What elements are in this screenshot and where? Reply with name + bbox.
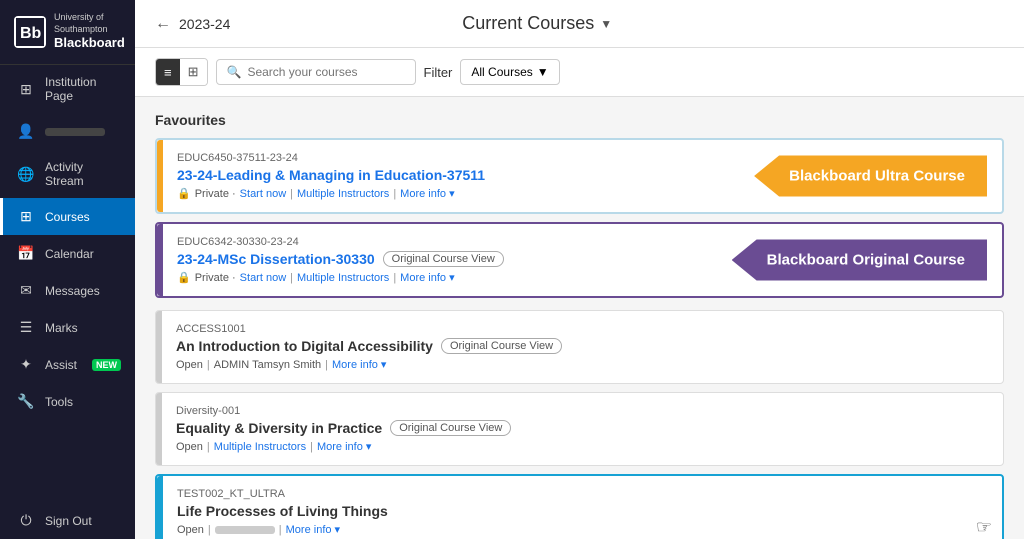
more-info-original1[interactable]: More info ▾: [400, 271, 454, 284]
instructors-link-original1[interactable]: Multiple Instructors: [297, 272, 389, 284]
course-meta-ultra2: Open | | More info ▾: [177, 523, 988, 536]
sidebar-nav: ⊞ Institution Page 👤 🌐 Activity Stream ⊞…: [0, 65, 135, 539]
course-name-link-access1[interactable]: An Introduction to Digital Accessibility: [176, 338, 433, 354]
logo-icon: Bb: [14, 16, 46, 48]
course-name-access1: An Introduction to Digital Accessibility…: [176, 338, 989, 354]
lock-icon-original1: 🔒: [177, 271, 191, 284]
header-left: ← 2023-24: [155, 15, 230, 33]
course-card-diversity1: Diversity-001 Equality & Diversity in Pr…: [155, 392, 1004, 466]
course-name-link-diversity1[interactable]: Equality & Diversity in Practice: [176, 420, 382, 436]
assist-badge: NEW: [92, 359, 121, 371]
more-info-ultra1[interactable]: More info ▾: [400, 187, 454, 200]
start-now-link-ultra1[interactable]: Start now: [240, 188, 286, 200]
view-toggle: ≡ ⊞: [155, 58, 208, 86]
search-icon: 🔍: [227, 65, 242, 79]
more-info-diversity1[interactable]: More info ▾: [317, 440, 371, 453]
sidebar-item-tools[interactable]: 🔧 Tools: [0, 383, 135, 420]
assist-icon: ✦: [17, 356, 35, 373]
original-badge-original1: Original Course View: [383, 251, 504, 267]
sidebar-item-calendar[interactable]: 📅 Calendar: [0, 235, 135, 272]
course-name-diversity1: Equality & Diversity in Practice Origina…: [176, 420, 989, 436]
course-meta-access1: Open | ADMIN Tamsyn Smith | More info ▾: [176, 358, 989, 371]
sidebar-item-assist[interactable]: ✦ Assist NEW: [0, 346, 135, 383]
filter-dropdown[interactable]: All Courses ▼: [460, 59, 559, 85]
sidebar-logo: Bb University of Southampton Blackboard: [0, 0, 135, 65]
current-courses-dropdown[interactable]: ▼: [600, 17, 612, 31]
card-body-diversity1: Diversity-001 Equality & Diversity in Pr…: [162, 393, 1003, 465]
annotation-ultra: Blackboard Ultra Course: [754, 156, 987, 197]
course-meta-diversity1: Open | Multiple Instructors | More info …: [176, 440, 989, 453]
course-code-access1: ACCESS1001: [176, 323, 989, 335]
instructors-link-ultra1[interactable]: Multiple Instructors: [297, 188, 389, 200]
annotation-original-label: Blackboard Original Course: [732, 240, 987, 281]
grid-view-button[interactable]: ⊞: [180, 59, 207, 85]
header-title: Current Courses ▼: [462, 13, 612, 34]
sidebar-item-institution[interactable]: ⊞ Institution Page: [0, 65, 135, 113]
annotation-ultra-label: Blackboard Ultra Course: [754, 156, 987, 197]
card-body-ultra2: TEST002_KT_ULTRA Life Processes of Livin…: [163, 476, 1002, 539]
sidebar-item-user[interactable]: 👤: [0, 113, 135, 150]
start-now-link-original1[interactable]: Start now: [240, 272, 286, 284]
back-button[interactable]: ←: [155, 15, 171, 33]
main-content: ← 2023-24 Current Courses ▼ ≡ ⊞ 🔍 Filter…: [135, 0, 1024, 539]
lock-icon: 🔒: [177, 187, 191, 200]
content-area: Favourites EDUC6450-37511-23-24 23-24-Le…: [135, 97, 1024, 539]
calendar-icon: 📅: [17, 245, 35, 262]
course-code-diversity1: Diversity-001: [176, 405, 989, 417]
favourites-title: Favourites: [155, 112, 1004, 128]
cursor-icon: ☞: [976, 517, 992, 538]
sidebar-item-messages[interactable]: ✉ Messages: [0, 272, 135, 309]
tools-icon: 🔧: [17, 393, 35, 410]
placeholder-bar-ultra2: [215, 526, 275, 534]
sidebar-item-signout[interactable]: ⏻ Sign Out: [0, 502, 135, 539]
user-placeholder: [45, 128, 105, 136]
course-name-ultra2: Life Processes of Living Things: [177, 503, 988, 519]
course-code-ultra2: TEST002_KT_ULTRA: [177, 488, 988, 500]
course-name-link-original1[interactable]: 23-24-MSc Dissertation-30330: [177, 251, 375, 267]
header-year: 2023-24: [179, 16, 230, 32]
other-courses-section: ACCESS1001 An Introduction to Digital Ac…: [155, 310, 1004, 539]
course-card-original1: EDUC6342-30330-23-24 23-24-MSc Dissertat…: [155, 222, 1004, 298]
card-body-access1: ACCESS1001 An Introduction to Digital Ac…: [162, 311, 1003, 383]
sidebar-item-courses[interactable]: ⊞ Courses: [0, 198, 135, 235]
signout-icon: ⏻: [17, 512, 35, 529]
sidebar-item-activity[interactable]: 🌐 Activity Stream: [0, 150, 135, 198]
favourites-section: Favourites EDUC6450-37511-23-24 23-24-Le…: [155, 112, 1004, 298]
course-card-access1: ACCESS1001 An Introduction to Digital Ac…: [155, 310, 1004, 384]
activity-icon: 🌐: [17, 166, 35, 183]
courses-icon: ⊞: [17, 208, 35, 225]
original-badge-access1: Original Course View: [441, 338, 562, 354]
annotation-original: Blackboard Original Course: [732, 240, 987, 281]
institution-icon: ⊞: [17, 81, 35, 98]
messages-icon: ✉: [17, 282, 35, 299]
list-view-button[interactable]: ≡: [156, 59, 180, 85]
original-badge-diversity1: Original Course View: [390, 420, 511, 436]
sidebar-bottom: ⏻ Sign Out: [0, 502, 135, 539]
course-name-link-ultra1[interactable]: 23-24-Leading & Managing in Education-37…: [177, 167, 485, 183]
sidebar-item-marks[interactable]: ☰ Marks: [0, 309, 135, 346]
search-input[interactable]: [247, 65, 404, 79]
more-info-ultra2[interactable]: More info ▾: [286, 523, 340, 536]
marks-icon: ☰: [17, 319, 35, 336]
instructors-link-diversity1[interactable]: Multiple Instructors: [214, 441, 306, 453]
search-box: 🔍: [216, 59, 416, 85]
more-info-access1[interactable]: More info ▾: [332, 358, 386, 371]
course-name-link-ultra2[interactable]: Life Processes of Living Things: [177, 503, 388, 519]
sidebar: Bb University of Southampton Blackboard …: [0, 0, 135, 539]
user-icon: 👤: [17, 123, 35, 140]
course-card-ultra2: TEST002_KT_ULTRA Life Processes of Livin…: [155, 474, 1004, 539]
svg-text:Bb: Bb: [20, 25, 42, 42]
logo-text: University of Southampton Blackboard: [54, 12, 125, 52]
filter-label: Filter: [424, 65, 453, 80]
header: ← 2023-24 Current Courses ▼: [135, 0, 1024, 48]
toolbar: ≡ ⊞ 🔍 Filter All Courses ▼: [135, 48, 1024, 97]
course-card-ultra1: EDUC6450-37511-23-24 23-24-Leading & Man…: [155, 138, 1004, 214]
